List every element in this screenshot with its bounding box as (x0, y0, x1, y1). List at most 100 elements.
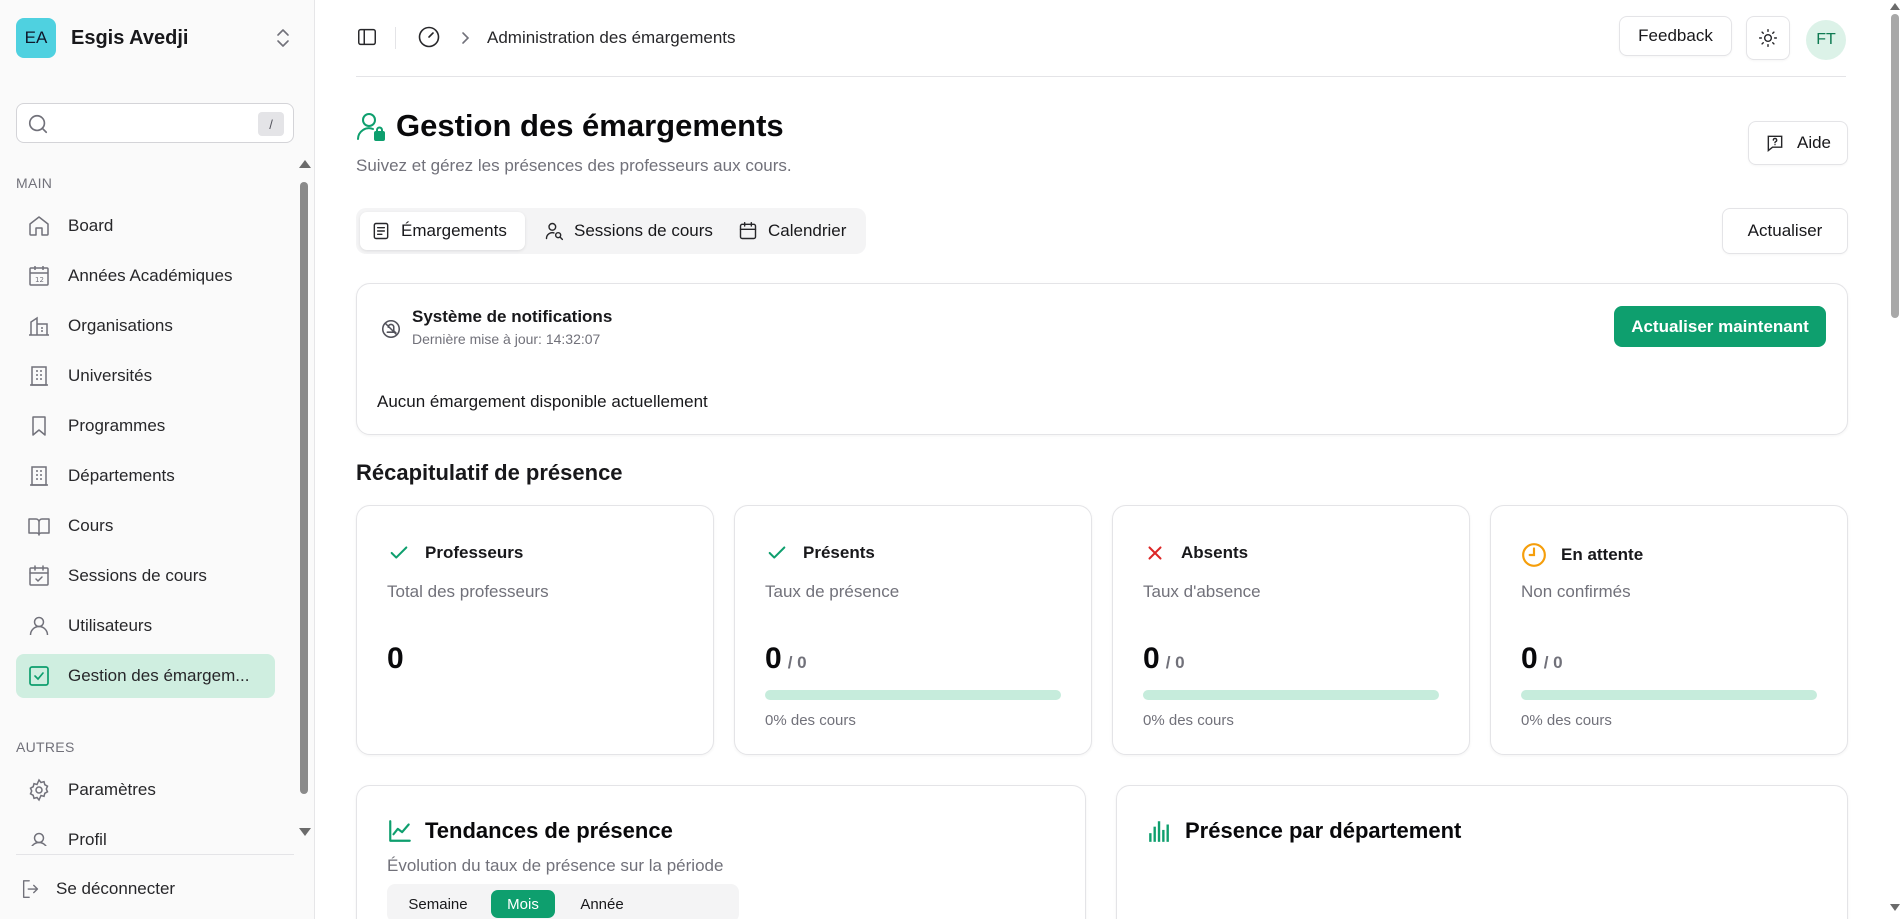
sidebar-item-label: Board (68, 216, 114, 235)
stat-card-percentage: 0% des cours (765, 712, 856, 729)
department-card: Présence par département (1116, 785, 1848, 919)
summary-title: Récapitulatif de présence (356, 460, 623, 485)
tab-emargements[interactable]: Émargements (360, 212, 525, 250)
sidebar-item-sessions-de-cours[interactable]: Sessions de cours (16, 554, 275, 598)
stat-card-description: Total des professeurs (387, 582, 549, 601)
sidebar-item-universites[interactable]: Universités (16, 354, 275, 398)
sidebar-toggle-icon[interactable] (356, 26, 378, 48)
period-option-semaine[interactable]: Semaine (391, 890, 485, 918)
logout-label: Se déconnecter (56, 879, 176, 898)
sidebar-item-programmes[interactable]: Programmes (16, 404, 275, 448)
main-section-label: MAIN (16, 175, 53, 191)
bookmark-icon (27, 414, 51, 438)
search-icon (28, 114, 48, 134)
stat-value-number: 0 (1521, 642, 1538, 675)
tab-label: Émargements (401, 221, 507, 240)
breadcrumb[interactable]: Administration des émargements (487, 28, 736, 48)
scroll-down-arrow-icon[interactable] (1890, 904, 1900, 911)
scroll-up-arrow-icon[interactable] (1890, 3, 1900, 10)
sidebar-item-label: Paramètres (68, 780, 156, 799)
workspace-switcher[interactable]: EA Esgis Avedji (16, 18, 291, 58)
sidebar-item-label: Gestion des émargem... (68, 666, 250, 685)
sidebar-item-label: Sessions de cours (68, 566, 207, 585)
scrollbar-thumb[interactable] (1891, 14, 1899, 318)
logout-icon (20, 878, 42, 900)
sidebar-scrollbar[interactable] (298, 160, 311, 840)
clock-icon (1521, 542, 1547, 568)
tab-sessions-de-cours[interactable]: Sessions de cours (533, 212, 723, 250)
refresh-button[interactable]: Actualiser (1722, 208, 1848, 254)
period-option-annee[interactable]: Année (561, 890, 643, 918)
stat-value-number: 0 (1143, 642, 1160, 675)
gear-icon (27, 778, 51, 802)
x-icon (1143, 542, 1167, 564)
page-header: Gestion des émargements (356, 108, 784, 144)
stat-card-header: Absents (1143, 542, 1248, 564)
user-avatar[interactable]: FT (1806, 20, 1846, 60)
topbar: Administration des émargements Feedback … (356, 14, 1846, 62)
stat-card-value: 0 / 0 (765, 642, 807, 676)
sidebar: EA Esgis Avedji / MAIN Board 12 Années A… (0, 0, 315, 919)
page-title: Gestion des émargements (396, 108, 784, 143)
workspace-name: Esgis Avedji (71, 26, 189, 49)
period-option-mois[interactable]: Mois (491, 890, 555, 918)
home-icon (27, 214, 51, 238)
sidebar-item-utilisateurs[interactable]: Utilisateurs (16, 604, 275, 648)
trends-header: Tendances de présence (387, 818, 673, 844)
sidebar-item-parametres[interactable]: Paramètres (16, 768, 275, 812)
sidebar-item-label: Programmes (68, 416, 166, 435)
scrollbar-thumb[interactable] (300, 182, 308, 794)
list-icon (371, 221, 391, 241)
workspace-avatar: EA (16, 18, 56, 58)
user-icon (27, 614, 51, 638)
bar-chart-icon (1147, 818, 1173, 844)
user-icon (27, 830, 51, 846)
scroll-down-arrow-icon[interactable] (299, 828, 311, 836)
chevrons-up-down-icon (277, 29, 289, 47)
help-icon (1767, 135, 1783, 152)
building-icon (27, 464, 51, 488)
search-input[interactable]: / (16, 103, 294, 143)
page-scrollbar[interactable] (1888, 0, 1902, 919)
scroll-up-arrow-icon[interactable] (299, 160, 311, 168)
stat-value-number: 0 (387, 642, 404, 675)
chevron-right-icon (458, 28, 474, 53)
progress-bar (1521, 690, 1817, 700)
period-selector: Semaine Mois Année (387, 884, 739, 919)
sidebar-item-profil[interactable]: Profil (16, 818, 275, 846)
stat-card-title: Absents (1181, 543, 1249, 562)
sidebar-item-cours[interactable]: Cours (16, 504, 275, 548)
stat-card-value: 0 (387, 642, 404, 676)
stat-card-header: Présents (765, 542, 875, 564)
stat-card-professeurs: Professeurs Total des professeurs 0 (356, 505, 714, 755)
sidebar-item-organisations[interactable]: Organisations (16, 304, 275, 348)
stat-card-absents: Absents Taux d'absence 0 / 0 0% des cours (1112, 505, 1470, 755)
calendar-icon (738, 221, 758, 241)
stat-card-value: 0 / 0 (1143, 642, 1185, 676)
sidebar-divider (16, 854, 294, 855)
sidebar-item-board[interactable]: Board (16, 204, 275, 248)
logout-button[interactable]: Se déconnecter (20, 875, 175, 903)
feedback-button[interactable]: Feedback (1619, 16, 1732, 56)
calendar-check-icon (27, 564, 51, 588)
notifications-title: Système de notifications (412, 307, 613, 326)
help-button[interactable]: Aide (1748, 121, 1848, 165)
stat-card-description: Taux d'absence (1143, 582, 1261, 601)
stat-value-total: / 0 (787, 653, 807, 672)
refresh-now-button[interactable]: Actualiser maintenant (1614, 306, 1826, 347)
stat-card-description: Taux de présence (765, 582, 900, 601)
calendar-icon: 12 (27, 264, 51, 288)
tab-calendrier[interactable]: Calendrier (727, 212, 862, 250)
sidebar-item-label: Cours (68, 516, 114, 535)
sidebar-item-label: Universités (68, 366, 153, 385)
stat-card-title: Présents (803, 543, 875, 562)
sidebar-item-annees-academiques[interactable]: 12 Années Académiques (16, 254, 275, 298)
checkbox-icon (27, 664, 51, 688)
sidebar-item-label: Utilisateurs (68, 616, 153, 635)
sidebar-item-gestion-des-emargements[interactable]: Gestion des émargem... (16, 654, 275, 698)
check-icon (765, 542, 789, 564)
stat-card-header: Professeurs (387, 542, 523, 564)
theme-toggle-button[interactable] (1746, 16, 1790, 60)
stat-card-percentage: 0% des cours (1143, 712, 1234, 729)
sidebar-item-departements[interactable]: Départements (16, 454, 275, 498)
